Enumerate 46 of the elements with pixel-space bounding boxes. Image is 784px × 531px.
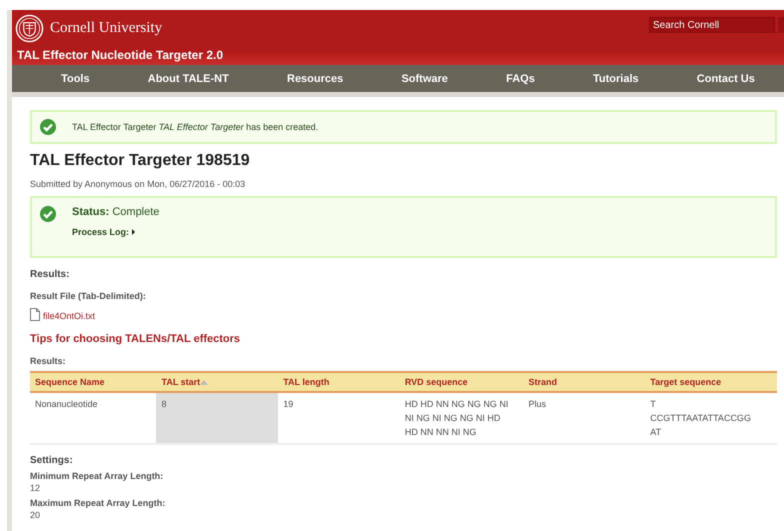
table-cell-text: 19 [283,398,294,411]
column-header[interactable]: TAL start [156,372,278,392]
column-header[interactable]: Sequence Name [30,372,156,392]
nav-link[interactable]: Tutorials [592,72,639,84]
seal-icon [15,14,44,43]
check-icon [40,206,56,222]
setting-label: Minimum Repeat Array Length: [30,471,164,481]
search-field[interactable]: Search Cornell [649,17,775,33]
nav-link[interactable]: Contact Us [696,72,755,84]
nav-link[interactable]: Tools [61,72,90,84]
column-header[interactable]: Strand [523,372,646,392]
page-title: TAL Effector Targeter 198519 [30,152,251,170]
settings-heading: Settings: [30,455,74,466]
results-heading: Results: [30,269,70,280]
message-text: TAL Effector Targeter TAL Effector Targeter has been created. [72,122,318,132]
process-log-toggle[interactable]: Process Log: [72,227,160,237]
submitted-text: Submitted by Anonymous on Mon, 06/27/2016 - 00:03 [30,179,246,189]
table-cell-text: NI NG NI NG NG NI HD [404,412,502,425]
setting-value: 20 [30,510,42,520]
result-file-label: Result File (Tab-Delimited): [30,291,147,301]
table-cell-text: HD HD NN NG NG NG NI [404,398,510,411]
table-cell-text: Plus [528,398,547,411]
results-label: Results: [30,356,67,366]
setting-value: 12 [30,483,42,493]
check-icon [40,119,56,135]
table-cell-text: HD NN NN NI NG [404,426,478,439]
status-text: Status: Complete [72,206,160,218]
nav-link[interactable]: About TALE-NT [148,72,229,84]
setting-label: Maximum Repeat Array Length: [30,498,166,508]
column-header[interactable]: TAL length [278,372,400,392]
table-cell-text: AT [650,426,662,439]
site-title: TAL Effector Nucleotide Targeter 2.0 [17,48,224,62]
tips-link[interactable]: Tips for choosing TALENs/TAL effectors [30,333,777,345]
column-header[interactable]: RVD sequence [400,372,524,392]
table-cell-text: Nonanucleotide [35,398,99,411]
table-cell-text: 8 [161,398,168,411]
university-name: Cornell University [50,20,162,37]
table-cell-text: CCGTTTAATATTACCGG [650,412,752,425]
column-header[interactable]: Target sequence [645,372,777,392]
table-cell-text: T [650,398,657,411]
nav-link[interactable]: Resources [287,72,344,84]
file-icon [30,308,40,321]
file-link[interactable]: file4OntOi.txt [43,311,96,321]
nav-link[interactable]: FAQs [506,72,535,84]
sort-icon [200,380,208,384]
nav-link[interactable]: Software [401,72,448,84]
